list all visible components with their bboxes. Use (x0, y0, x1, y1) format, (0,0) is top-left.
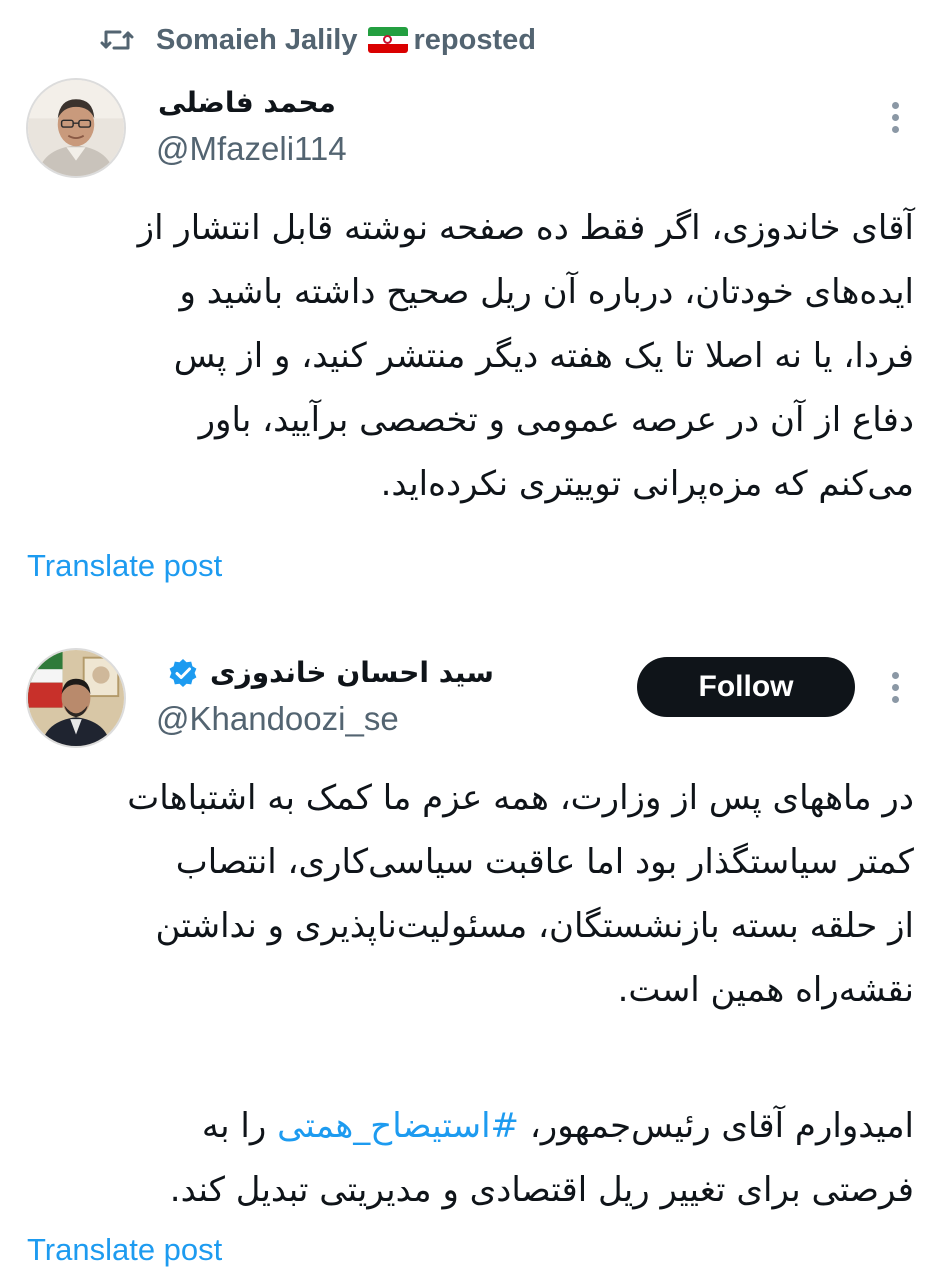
more-options-icon[interactable] (888, 102, 902, 142)
post-text-segment: را به (201, 1106, 278, 1146)
post-body: در ماههای پس از وزارت، همه عزم ما کمک به… (14, 766, 914, 1022)
post-line: امیدوارم آقای رئیس‌جمهور، #استیضاح_همتی … (14, 1094, 914, 1158)
post-line: در ماههای پس از وزارت، همه عزم ما کمک به… (127, 778, 914, 818)
repost-label[interactable]: Somaieh Jalily reposted (156, 24, 536, 57)
post-body: آقای خاندوزی، اگر فقط ده صفحه نوشته قابل… (14, 196, 914, 516)
avatar[interactable] (26, 648, 126, 748)
post-line: نقشه‌راه همین است. (617, 970, 914, 1010)
follow-button[interactable]: Follow (637, 657, 855, 717)
post-line: فرصتی برای تغییر ریل اقتصادی و مدیریتی ت… (169, 1170, 914, 1210)
post-text-segment: امیدوارم آقای رئیس‌جمهور، (519, 1106, 914, 1146)
more-options-icon[interactable] (888, 672, 902, 712)
author-handle[interactable]: @Khandoozi_se (156, 700, 399, 738)
iran-flag-icon (367, 27, 408, 53)
reposter-name[interactable]: Somaieh Jalily (156, 24, 358, 57)
post-line: فردا، یا نه اصلا تا یک هفته دیگر منتشر ک… (173, 336, 914, 376)
post-line: می‌کنم که مزه‌پرانی توییتری نکرده‌اید. (380, 464, 914, 504)
post-line: آقای خاندوزی، اگر فقط ده صفحه نوشته قابل… (137, 208, 914, 248)
hashtag-link[interactable]: #استیضاح_همتی (277, 1106, 519, 1146)
avatar[interactable] (26, 78, 126, 178)
translate-post-link[interactable]: Translate post (27, 1232, 222, 1268)
repost-header: Somaieh Jalily reposted (100, 18, 536, 62)
post-body-paragraph-2: امیدوارم آقای رئیس‌جمهور، #استیضاح_همتی … (14, 1094, 914, 1222)
translate-post-link[interactable]: Translate post (27, 548, 222, 584)
post-line: کمتر سیاستگذار بود اما عاقبت سیاسی‌کاری،… (175, 842, 914, 882)
repost-suffix: reposted (413, 23, 536, 56)
post-line: ایده‌های خودتان، درباره آن ریل صحیح داشت… (179, 272, 914, 312)
repost-icon (100, 30, 134, 50)
author-name[interactable]: محمد فاضلی (158, 86, 336, 119)
author-handle[interactable]: @Mfazeli114 (156, 130, 347, 168)
author-name-row[interactable]: سید احسان خاندوزی (158, 656, 494, 689)
post-line: دفاع از آن در عرصه عمومی و تخصصی برآیید،… (198, 400, 914, 440)
author-name[interactable]: سید احسان خاندوزی (210, 656, 494, 689)
post-line: از حلقه بسته بازنشستگان، مسئولیت‌ناپذیری… (155, 906, 914, 946)
verified-badge-icon (169, 658, 197, 687)
